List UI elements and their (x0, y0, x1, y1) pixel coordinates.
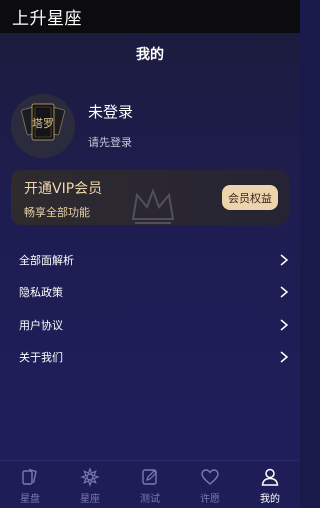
login-hint[interactable]: 请先登录 (88, 134, 132, 150)
user-name[interactable]: 未登录 (88, 101, 133, 122)
menu-item-label: 隐私政策 (19, 286, 63, 299)
menu-item-label: 全部面解析 (19, 254, 74, 267)
tarot-avatar-icon: 塔罗 (11, 94, 75, 158)
tab-zodiac[interactable]: 星座 (60, 461, 120, 508)
tab-label: 我的 (260, 494, 280, 505)
chevron-right-icon (280, 319, 289, 331)
tab-label: 星盘 (20, 494, 40, 505)
menu-item-user-agreement[interactable]: 用户协议 (0, 309, 300, 341)
zodiac-icon (80, 467, 100, 487)
tab-test[interactable]: 测试 (120, 461, 180, 508)
edit-icon (142, 469, 157, 485)
menu-item-label: 关于我们 (19, 351, 63, 364)
member-benefits-button[interactable]: 会员权益 (222, 185, 278, 210)
chevron-right-icon (280, 286, 289, 298)
avatar-label: 塔罗 (32, 117, 54, 130)
app-screen: 上升星座 我的 塔罗 未登录 请先登录 开通VIP会员 畅享全部功能 会员权益 … (0, 0, 300, 508)
menu-item-full-analysis[interactable]: 全部面解析 (0, 244, 300, 276)
bottom-tab-bar: 星盘 星座 测试 许愿 我的 (0, 460, 300, 508)
tab-label: 星座 (80, 494, 100, 505)
chevron-right-icon (280, 254, 289, 266)
tab-wish[interactable]: 许愿 (180, 461, 240, 508)
tab-label: 测试 (140, 494, 160, 505)
tab-label: 许愿 (200, 494, 220, 505)
crown-icon (131, 188, 175, 224)
tab-mine[interactable]: 我的 (240, 461, 300, 508)
title-bar: 上升星座 (0, 0, 300, 33)
vip-subtitle: 畅享全部功能 (24, 206, 90, 219)
tab-astrolabe[interactable]: 星盘 (0, 461, 60, 508)
vip-card[interactable]: 开通VIP会员 畅享全部功能 会员权益 (11, 170, 289, 225)
avatar[interactable]: 塔罗 (11, 94, 75, 158)
menu-item-about-us[interactable]: 关于我们 (0, 341, 300, 373)
tarot-cards-icon (22, 468, 37, 485)
chevron-right-icon (280, 351, 289, 363)
menu-item-label: 用户协议 (19, 319, 63, 332)
app-title: 上升星座 (12, 9, 82, 29)
vip-title: 开通VIP会员 (24, 181, 103, 197)
page-title: 我的 (136, 47, 164, 63)
menu-item-privacy[interactable]: 隐私政策 (0, 276, 300, 308)
heart-icon (201, 469, 219, 485)
user-icon (261, 468, 279, 486)
